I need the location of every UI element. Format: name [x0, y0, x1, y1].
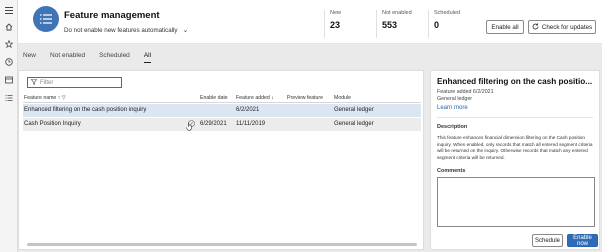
- column-header-feature-added[interactable]: Feature added ↓: [236, 95, 274, 101]
- column-filter-icon[interactable]: ▽: [62, 95, 66, 101]
- auto-enable-dropdown[interactable]: Do not enable new features automatically…: [64, 26, 189, 35]
- page-title: Feature management: [64, 10, 160, 21]
- table-row[interactable]: Cash Position Inquiry 6/29/2021 11/11/20…: [23, 118, 421, 131]
- feature-management-icon: [33, 6, 59, 32]
- mouse-cursor-icon: [186, 122, 193, 133]
- check-for-updates-label: Check for updates: [541, 23, 593, 31]
- tab-scheduled[interactable]: Scheduled: [99, 52, 130, 63]
- chevron-down-icon: ⌄: [182, 27, 189, 34]
- check-for-updates-button[interactable]: Check for updates: [528, 20, 596, 34]
- enable-all-button[interactable]: Enable all: [486, 20, 524, 34]
- feature-tabs: New Not enabled Scheduled All: [23, 52, 165, 63]
- main-area: Feature management Do not enable new fea…: [18, 0, 602, 252]
- column-header-preview-feature[interactable]: Preview feature: [287, 95, 323, 101]
- column-header-feature-added-label: Feature added: [236, 95, 270, 101]
- home-icon[interactable]: [5, 23, 13, 31]
- auto-enable-dropdown-value: Do not enable new features automatically: [64, 26, 178, 34]
- tile-new-count: 23: [330, 20, 341, 30]
- workspace-header: Feature management Do not enable new fea…: [18, 0, 602, 44]
- filter-icon: [30, 78, 38, 87]
- divider: [437, 117, 593, 118]
- left-nav-rail: [0, 0, 18, 252]
- column-header-module[interactable]: Module: [334, 95, 351, 101]
- detail-added-date: Feature added 6/2/2021: [437, 89, 494, 95]
- tile-scheduled-count: 0: [434, 20, 440, 30]
- learn-more-link[interactable]: Learn more: [437, 105, 468, 111]
- tile-new[interactable]: New 23: [324, 10, 376, 38]
- grid-header-row: Feature name ↑ ▽ Enable date Feature add…: [23, 93, 421, 103]
- cell-feature-added: 6/2/2021: [236, 107, 260, 113]
- filter-placeholder: Filter: [40, 79, 54, 86]
- tile-not-enabled-label: Not enabled: [382, 10, 412, 16]
- column-header-feature-name-label: Feature name: [24, 95, 57, 101]
- tile-scheduled[interactable]: Scheduled 0: [428, 10, 480, 38]
- filter-input[interactable]: Filter: [27, 77, 122, 88]
- feature-detail-pane: Enhanced filtering on the cash positio..…: [430, 70, 600, 250]
- description-text: This feature enhances financial dimensio…: [437, 135, 593, 160]
- schedule-button[interactable]: Schedule: [532, 234, 563, 247]
- hamburger-icon[interactable]: [5, 6, 13, 14]
- sort-descending-icon: ↓: [271, 95, 274, 101]
- feature-grid-panel: Filter Feature name ↑ ▽ Enable date Feat…: [18, 70, 424, 250]
- tab-not-enabled[interactable]: Not enabled: [50, 52, 85, 63]
- tab-new[interactable]: New: [23, 52, 36, 63]
- column-header-enable-date[interactable]: Enable date: [200, 95, 228, 101]
- star-icon[interactable]: [5, 40, 13, 48]
- detail-module: General ledger: [437, 96, 473, 102]
- enable-now-button[interactable]: Enable now: [567, 234, 598, 247]
- cell-module: General ledger: [334, 121, 374, 127]
- horizontal-scrollbar[interactable]: [27, 243, 417, 246]
- refresh-icon: [532, 22, 539, 32]
- clock-icon[interactable]: [5, 58, 13, 66]
- description-label: Description: [437, 124, 468, 130]
- list-icon[interactable]: [5, 94, 13, 102]
- cell-feature-name: Enhanced filtering on the cash position …: [24, 107, 147, 113]
- cell-module: General ledger: [334, 107, 374, 113]
- sort-ascending-icon: ↑: [57, 95, 61, 101]
- tile-not-enabled[interactable]: Not enabled 553: [376, 10, 428, 38]
- tile-not-enabled-count: 553: [382, 20, 398, 30]
- table-row[interactable]: Enhanced filtering on the cash position …: [23, 104, 421, 117]
- tile-new-label: New: [330, 10, 342, 16]
- column-header-feature-name[interactable]: Feature name ↑ ▽: [24, 95, 66, 101]
- comments-textarea[interactable]: [437, 177, 595, 227]
- cell-feature-name: Cash Position Inquiry: [24, 121, 81, 127]
- workspace-icon[interactable]: [5, 76, 13, 84]
- tab-all[interactable]: All: [143, 52, 152, 63]
- comments-label: Comments: [437, 168, 466, 174]
- cell-enable-date: 6/29/2021: [200, 121, 227, 127]
- tile-scheduled-label: Scheduled: [434, 10, 460, 16]
- detail-title: Enhanced filtering on the cash positio..…: [437, 77, 593, 86]
- cell-feature-added: 11/11/2019: [236, 121, 266, 127]
